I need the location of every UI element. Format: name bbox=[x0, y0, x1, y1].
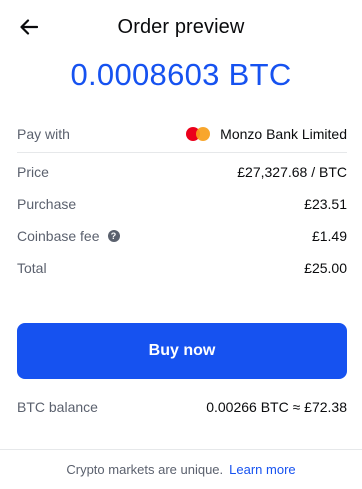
fee-row: Coinbase fee ? £1.49 bbox=[17, 224, 347, 248]
payment-method-name: Monzo Bank Limited bbox=[220, 126, 347, 142]
fee-label: Coinbase fee bbox=[17, 228, 100, 244]
purchase-label: Purchase bbox=[17, 196, 77, 212]
total-row: Total £25.00 bbox=[17, 256, 347, 280]
info-icon[interactable]: ? bbox=[107, 230, 120, 242]
pay-with-label: Pay with bbox=[17, 126, 70, 142]
learn-more-link[interactable]: Learn more bbox=[229, 462, 295, 477]
footer-text: Crypto markets are unique. bbox=[66, 462, 224, 477]
total-label: Total bbox=[17, 260, 47, 276]
btc-balance-value: 0.00266 BTC ≈ £72.38 bbox=[206, 399, 347, 415]
buy-now-button[interactable]: Buy now bbox=[17, 323, 347, 379]
btc-balance-row: BTC balance 0.00266 BTC ≈ £72.38 bbox=[17, 395, 347, 419]
price-row: Price £27,327.68 / BTC bbox=[17, 160, 347, 184]
order-amount: 0.0008603 BTC bbox=[70, 57, 292, 92]
footer: Crypto markets are unique. Learn more bbox=[0, 462, 362, 477]
purchase-value: £23.51 bbox=[304, 196, 347, 212]
divider bbox=[17, 152, 347, 153]
fee-value: £1.49 bbox=[311, 228, 347, 244]
price-value: £27,327.68 / BTC bbox=[237, 164, 347, 180]
pay-with-row[interactable]: Pay with Monzo Bank Limited bbox=[17, 122, 347, 146]
payment-method[interactable]: Monzo Bank Limited bbox=[186, 126, 347, 142]
page-title: Order preview bbox=[117, 16, 245, 38]
header: Order preview bbox=[0, 0, 362, 56]
btc-balance-label: BTC balance bbox=[17, 399, 98, 415]
total-value: £25.00 bbox=[304, 260, 347, 276]
price-label: Price bbox=[17, 164, 49, 180]
purchase-row: Purchase £23.51 bbox=[17, 192, 347, 216]
fee-label-group: Coinbase fee ? bbox=[17, 228, 120, 244]
mastercard-icon bbox=[186, 126, 212, 142]
footer-divider bbox=[0, 449, 362, 450]
